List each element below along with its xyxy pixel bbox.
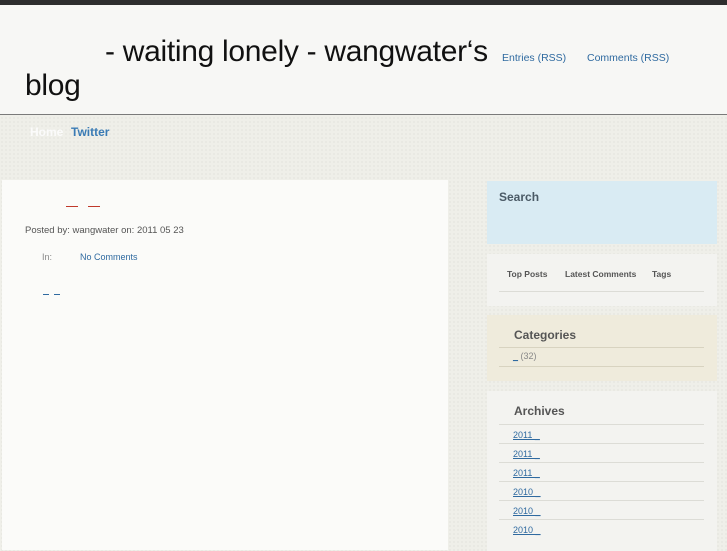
post-title-segment[interactable]	[66, 198, 78, 207]
archive-link[interactable]: 2011 _	[513, 430, 540, 440]
post-comments-link[interactable]: No Comments	[80, 252, 138, 262]
comments-rss-link[interactable]: Comments (RSS)	[587, 52, 669, 64]
post-content-link[interactable]	[54, 288, 60, 295]
tab-latest-comments[interactable]: Latest Comments	[565, 269, 636, 279]
archive-link[interactable]: 2010 _	[513, 525, 541, 535]
tabs-widget: Top Posts Latest Comments Tags	[487, 254, 717, 306]
archive-link[interactable]: 2011 _	[513, 449, 540, 459]
categories-divider	[499, 366, 704, 367]
post-meta: Posted by: wangwater on: 2011 05 23	[25, 225, 184, 236]
archives-list: 2011 _ 2011 _ 2011 _ 2010 _ 2010 _ 2010 …	[499, 424, 704, 538]
entries-rss-link[interactable]: Entries (RSS)	[502, 52, 566, 64]
archive-link[interactable]: 2010 _	[513, 487, 541, 497]
post-category-label: In:	[42, 252, 53, 262]
categories-divider	[499, 347, 704, 348]
post-title-segment[interactable]	[88, 198, 100, 207]
tabs-divider	[499, 291, 704, 292]
site-title[interactable]: - waiting lonely - wangwater‘s blog	[25, 35, 495, 103]
list-item: 2010 _	[499, 481, 704, 500]
nav-twitter-link[interactable]: Twitter	[71, 125, 109, 139]
search-widget: Search	[487, 181, 717, 244]
main-nav: Home Twitter	[0, 115, 727, 150]
category-item: _ (32)	[513, 351, 537, 361]
nav-home-link[interactable]: Home	[30, 125, 63, 139]
tab-tags[interactable]: Tags	[652, 269, 671, 279]
search-title: Search	[499, 190, 540, 204]
categories-title: Categories	[514, 328, 577, 342]
list-item: 2011 _	[499, 443, 704, 462]
tab-top-posts[interactable]: Top Posts	[507, 269, 547, 279]
archives-title: Archives	[514, 404, 565, 418]
archive-link[interactable]: 2011 _	[513, 468, 540, 478]
archives-widget: Archives 2011 _ 2011 _ 2011 _ 2010 _ 201…	[487, 391, 717, 551]
categories-widget: Categories _ (32)	[487, 315, 717, 381]
post-content	[43, 282, 65, 300]
list-item: 2010 _	[499, 519, 704, 538]
list-item: 2010 _	[499, 500, 704, 519]
post-title[interactable]	[66, 194, 110, 212]
list-item: 2011 _	[499, 462, 704, 481]
post-area: Posted by: wangwater on: 2011 05 23 In: …	[2, 180, 448, 550]
archive-link[interactable]: 2010 _	[513, 506, 541, 516]
post-content-link[interactable]	[43, 288, 49, 295]
list-item: 2011 _	[499, 424, 704, 443]
category-count: (32)	[520, 351, 537, 361]
site-header: - waiting lonely - wangwater‘s blog Entr…	[0, 5, 727, 114]
category-link[interactable]: _	[513, 351, 518, 361]
